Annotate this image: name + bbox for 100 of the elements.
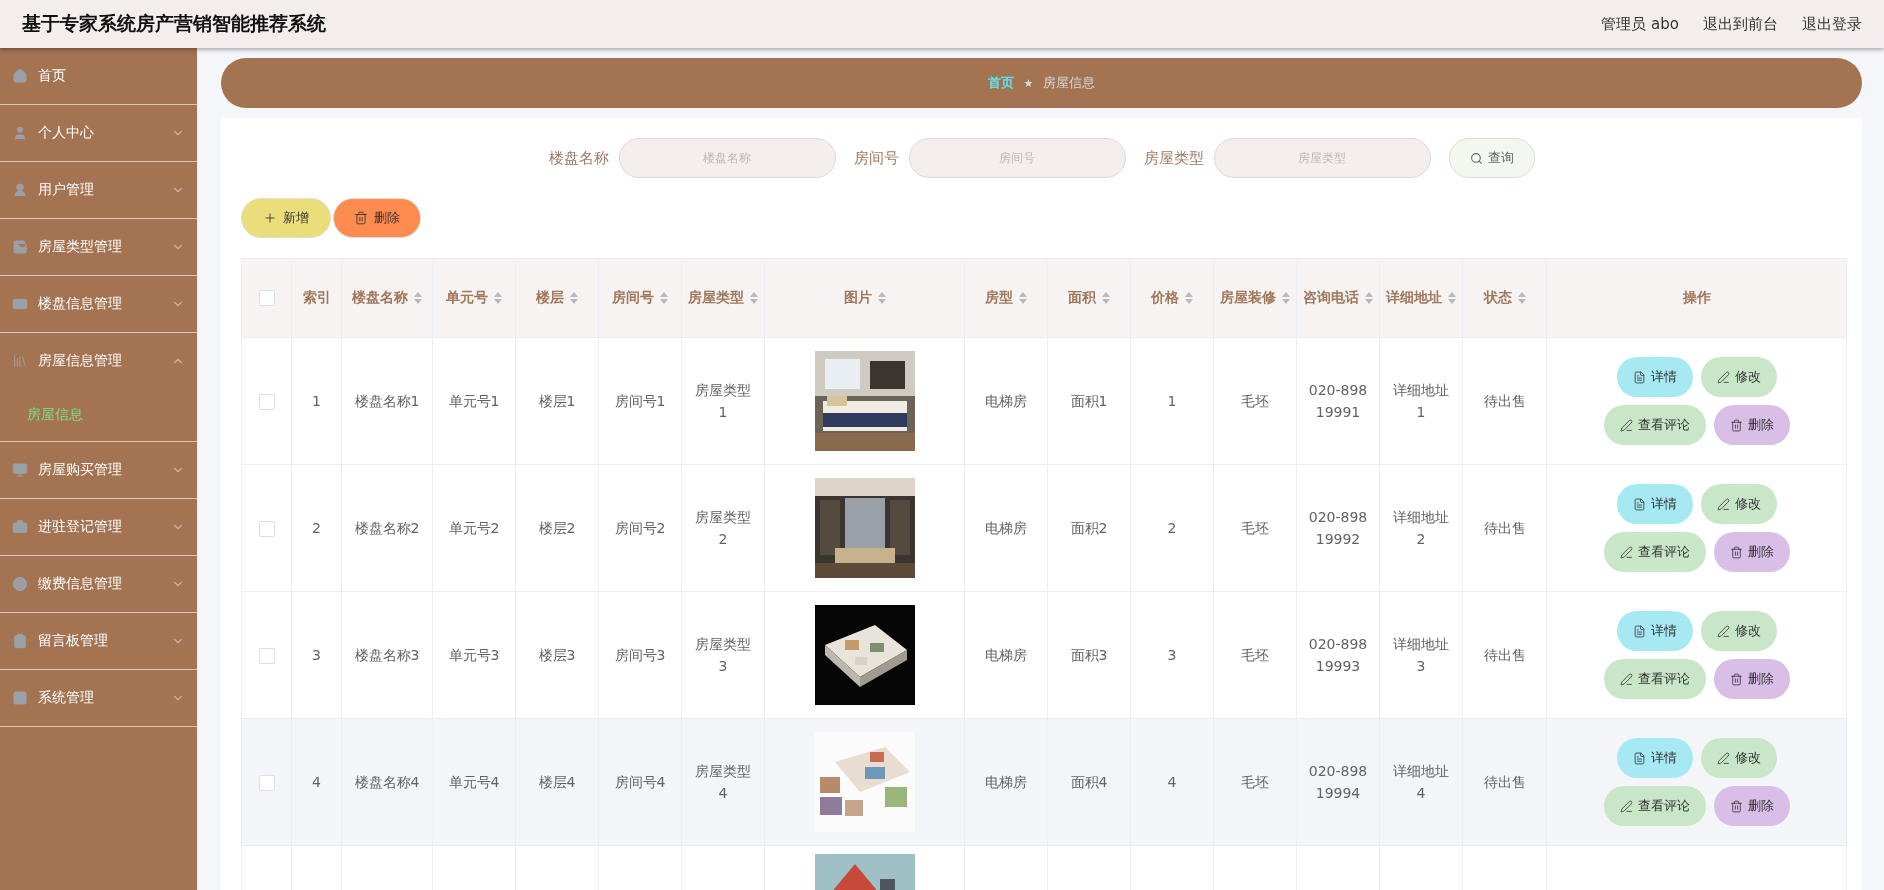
table-cell: 楼层3	[515, 591, 599, 719]
table-cell: 电梯房	[964, 591, 1048, 719]
table-cell: 房间号2	[598, 464, 682, 592]
header-link[interactable]: 退出登录	[1802, 14, 1862, 34]
column-header[interactable]: 楼层	[515, 258, 599, 338]
trash-icon	[1729, 418, 1743, 432]
trash-icon	[1729, 545, 1743, 559]
edit-button[interactable]: 修改	[1700, 738, 1777, 778]
table-cell: 020-89819993	[1296, 591, 1380, 719]
sort-icon[interactable]	[1365, 292, 1373, 304]
pencil-icon	[1716, 751, 1730, 765]
sidebar-item[interactable]: 个人中心	[0, 105, 197, 162]
sort-icon[interactable]	[750, 292, 758, 304]
sort-icon[interactable]	[877, 292, 886, 304]
field-label: 楼盘名称	[548, 148, 609, 168]
field-label: 房间号	[853, 148, 899, 168]
table-cell: 详细地址1	[1379, 337, 1463, 465]
sort-icon[interactable]	[570, 292, 578, 304]
sidebar-item[interactable]: 房屋购买管理	[0, 442, 197, 499]
sort-icon[interactable]	[1282, 292, 1290, 304]
field-label: 房屋类型	[1143, 148, 1204, 168]
detail-button[interactable]: 详情	[1616, 738, 1693, 778]
detail-button[interactable]: 详情	[1616, 484, 1693, 524]
add-button[interactable]: 新增	[241, 198, 331, 238]
table-cell: 房屋类型2	[681, 464, 765, 592]
books-icon	[12, 353, 28, 369]
sidebar-subitem[interactable]: 房屋信息	[0, 389, 197, 442]
sidebar-item[interactable]: 首页	[0, 48, 197, 105]
edit-button[interactable]: 修改	[1700, 611, 1777, 651]
edit-button[interactable]: 修改	[1700, 484, 1777, 524]
delete-button[interactable]: 删除	[333, 198, 421, 238]
table-cell: 房间号3	[598, 591, 682, 719]
comments-button[interactable]: 查看评论	[1603, 532, 1706, 572]
row-checkbox[interactable]	[258, 393, 275, 410]
pencil-icon	[1619, 672, 1633, 686]
detail-button[interactable]: 详情	[1616, 357, 1693, 397]
comments-button[interactable]: 查看评论	[1603, 405, 1706, 445]
table-cell: 2	[291, 464, 342, 592]
sort-icon[interactable]	[1102, 292, 1110, 304]
column-header[interactable]: 房型	[964, 258, 1048, 338]
delete-button[interactable]: 删除	[1713, 532, 1790, 572]
column-header[interactable]: 详细地址	[1379, 258, 1463, 338]
detail-button[interactable]: 详情	[1616, 611, 1693, 651]
column-header[interactable]: 房屋类型	[681, 258, 765, 338]
column-header[interactable]: 单元号	[432, 258, 516, 338]
row-checkbox[interactable]	[258, 520, 275, 537]
sidebar-item[interactable]: 用户管理	[0, 162, 197, 219]
monitor-icon	[12, 462, 28, 478]
row-checkbox[interactable]	[258, 774, 275, 791]
table-cell: 1	[291, 337, 342, 465]
column-header: 操作	[1546, 258, 1847, 338]
sort-icon[interactable]	[660, 292, 668, 304]
header-link[interactable]: 退出到前台	[1703, 14, 1778, 34]
table-cell: 楼盘名称1	[341, 337, 433, 465]
table-cell: 单元号4	[432, 718, 516, 846]
sidebar-item[interactable]: 房屋类型管理	[0, 219, 197, 276]
table-cell: 面积3	[1047, 591, 1131, 719]
table-cell: 待出售	[1462, 591, 1547, 719]
column-header[interactable]: 楼盘名称	[341, 258, 433, 338]
card-icon	[12, 296, 28, 312]
sort-icon[interactable]	[1517, 292, 1526, 304]
column-header[interactable]: 房间号	[598, 258, 682, 338]
select-all-checkbox[interactable]	[258, 290, 275, 307]
sidebar-item[interactable]: 留言板管理	[0, 613, 197, 670]
sidebar-item[interactable]: 缴费信息管理	[0, 556, 197, 613]
table-cell: 面积2	[1047, 464, 1131, 592]
sort-icon[interactable]	[1019, 292, 1027, 304]
column-header[interactable]: 咨询电话	[1296, 258, 1380, 338]
table-cell: 房间号4	[598, 718, 682, 846]
comments-button[interactable]: 查看评论	[1603, 786, 1706, 826]
wallet-icon	[12, 239, 28, 255]
sort-icon[interactable]	[1185, 292, 1193, 304]
breadcrumb-link[interactable]: 房屋信息	[1043, 74, 1096, 92]
edit-button[interactable]: 修改	[1700, 357, 1777, 397]
column-header[interactable]: 价格	[1130, 258, 1214, 338]
table-cell: 4	[291, 718, 342, 846]
sort-icon[interactable]	[414, 292, 422, 304]
table-cell: 面积1	[1047, 337, 1131, 465]
header-link[interactable]: 管理员 abo	[1601, 14, 1679, 34]
sidebar-item[interactable]: 楼盘信息管理	[0, 276, 197, 333]
comments-button[interactable]: 查看评论	[1603, 659, 1706, 699]
sidebar-item[interactable]: 进驻登记管理	[0, 499, 197, 556]
table-cell: 3	[1130, 591, 1214, 719]
search-button[interactable]: 查询	[1448, 138, 1535, 178]
column-header[interactable]: 面积	[1047, 258, 1131, 338]
row-checkbox[interactable]	[258, 647, 275, 664]
column-header[interactable]: 房屋装修	[1213, 258, 1297, 338]
delete-button[interactable]: 删除	[1713, 659, 1790, 699]
breadcrumb-link[interactable]: 首页	[987, 74, 1014, 92]
document-icon	[1632, 751, 1646, 765]
column-header[interactable]: 状态	[1462, 258, 1547, 338]
document-icon	[1632, 497, 1646, 511]
sidebar-item[interactable]: 系统管理	[0, 670, 197, 727]
sort-icon[interactable]	[494, 292, 502, 304]
column-header[interactable]: 图片	[764, 258, 965, 338]
sort-icon[interactable]	[1448, 292, 1456, 304]
sidebar-item[interactable]: 房屋信息管理	[0, 333, 197, 389]
delete-button[interactable]: 删除	[1713, 786, 1790, 826]
delete-button[interactable]: 删除	[1713, 405, 1790, 445]
table-cell: 详细地址2	[1379, 464, 1463, 592]
